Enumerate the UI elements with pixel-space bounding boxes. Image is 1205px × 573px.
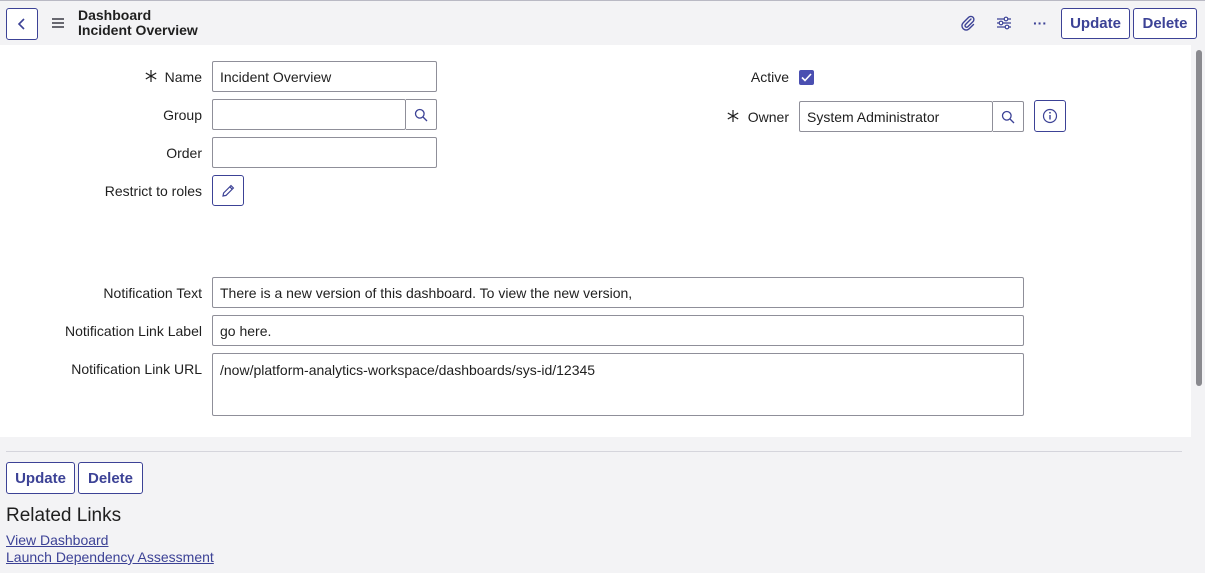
section-divider	[6, 451, 1182, 452]
owner-info-button[interactable]	[1034, 100, 1066, 132]
owner-label: Owner	[747, 109, 789, 125]
footer-update-button[interactable]: Update	[6, 462, 75, 494]
group-label: Group	[163, 107, 202, 123]
info-icon	[1042, 108, 1058, 124]
group-input[interactable]	[212, 99, 406, 130]
form-title: Dashboard Incident Overview	[78, 8, 198, 38]
required-asterisk-icon	[727, 110, 739, 122]
launch-dependency-assessment-link[interactable]: Launch Dependency Assessment	[6, 549, 214, 565]
menu-icon[interactable]	[46, 11, 70, 35]
notification-link-label-label: Notification Link Label	[65, 323, 202, 339]
active-label: Active	[750, 69, 789, 85]
owner-lookup-button[interactable]	[993, 101, 1024, 132]
view-dashboard-link[interactable]: View Dashboard	[6, 532, 108, 548]
required-asterisk-icon	[145, 70, 157, 82]
notification-link-label-input[interactable]: go here.	[212, 315, 1024, 346]
scrollbar-thumb[interactable]	[1196, 50, 1202, 386]
settings-sliders-icon[interactable]	[992, 11, 1016, 35]
owner-input[interactable]: System Administrator	[799, 101, 993, 132]
notification-text-label: Notification Text	[103, 285, 202, 301]
search-icon	[1001, 110, 1015, 123]
checkmark-icon	[801, 73, 812, 82]
form-header: Dashboard Incident Overview ··· Update D…	[0, 0, 1205, 45]
chevron-left-icon	[17, 18, 25, 30]
notification-link-url-textarea[interactable]: /now/platform-analytics-workspace/dashbo…	[212, 353, 1024, 416]
name-input[interactable]: Incident Overview	[212, 61, 437, 92]
order-input[interactable]	[212, 137, 437, 168]
notification-link-url-label: Notification Link URL	[71, 361, 202, 377]
header-update-button[interactable]: Update	[1061, 8, 1130, 39]
active-checkbox[interactable]	[799, 70, 814, 85]
record-name: Incident Overview	[78, 22, 198, 38]
restrict-roles-label: Restrict to roles	[104, 183, 202, 199]
header-delete-button[interactable]: Delete	[1133, 8, 1197, 39]
search-icon	[414, 108, 428, 121]
pencil-icon	[222, 184, 235, 197]
footer-delete-button[interactable]: Delete	[78, 462, 143, 494]
notification-text-input[interactable]: There is a new version of this dashboard…	[212, 277, 1024, 308]
more-options-glyph: ···	[1033, 15, 1047, 31]
record-type: Dashboard	[78, 7, 152, 23]
edit-roles-button[interactable]	[212, 175, 244, 206]
name-label: Name	[164, 69, 202, 85]
group-lookup-button[interactable]	[406, 99, 437, 130]
more-options-icon[interactable]: ···	[1028, 11, 1052, 35]
back-button[interactable]	[6, 8, 38, 40]
related-links-title: Related Links	[6, 505, 122, 526]
paperclip-icon[interactable]	[956, 11, 980, 35]
order-label: Order	[166, 145, 202, 161]
